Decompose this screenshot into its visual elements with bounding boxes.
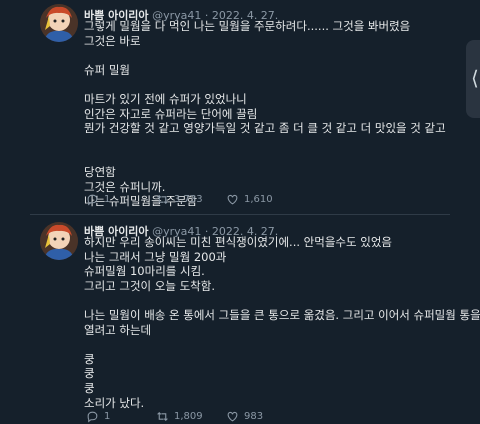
text-line: 인간은 자고로 슈퍼라는 단어에 끌림	[84, 106, 258, 121]
retweet-count: 1,809	[174, 411, 203, 422]
text-line: 나는 그래서 그냥 밀웜 200과	[84, 249, 227, 264]
chevron-left-icon: ⟨	[469, 66, 480, 90]
reply-icon	[87, 194, 98, 206]
like-count: 1,610	[244, 194, 273, 205]
tweet-text: 하지만 우리 송이씨는 미친 편식쟁이였기에... 안먹을수도 있었음 나는 그…	[84, 235, 480, 410]
avatar-image	[40, 222, 78, 260]
like-count: 983	[244, 411, 264, 422]
avatar[interactable]	[40, 222, 78, 260]
reply-button[interactable]: 1	[86, 193, 110, 206]
text-line	[84, 293, 480, 308]
retweet-button[interactable]: 3,733	[156, 193, 203, 206]
text-line: 그것은 슈퍼니까.	[84, 179, 166, 194]
tweet-actions: 1 1,809 983	[84, 410, 424, 424]
text-line: 당연함	[84, 164, 116, 179]
text-line	[84, 77, 446, 92]
text-line	[84, 150, 446, 165]
avatar-image	[40, 4, 78, 42]
text-line: 쿵	[84, 351, 95, 366]
text-line: 소리가 났다.	[84, 395, 145, 410]
text-line	[84, 337, 480, 352]
text-line: 하지만 우리 송이씨는 미친 편식쟁이였기에... 안먹을수도 있었음	[84, 235, 392, 249]
text-line: 슈퍼밀웜 10마리를 시킴.	[84, 264, 205, 279]
reply-icon	[87, 411, 98, 423]
tweet-text: 그렇게 밀웜을 다 먹인 나는 밀웜을 주문하려다...... 그것을 봐버렸음…	[84, 19, 446, 209]
like-button[interactable]: 1,610	[226, 193, 273, 206]
tweet-actions: 1 3,733 1,610	[84, 193, 424, 207]
text-line: 뭔가 건강할 것 같고 영양가득일 것 같고 좀 더 클 것 같고 더 맛있을 …	[84, 121, 446, 136]
retweet-icon	[157, 194, 168, 205]
reply-button[interactable]: 1	[86, 410, 110, 423]
text-line	[84, 48, 446, 63]
text-line	[84, 136, 446, 151]
text-line: 쿵	[84, 380, 95, 395]
text-line: 마트가 있기 전에 슈퍼가 있었나니	[84, 91, 247, 106]
side-panel-handle[interactable]: ⟨	[466, 40, 480, 118]
reply-count: 1	[104, 411, 111, 422]
tweet-divider	[30, 214, 450, 215]
retweet-count: 3,733	[174, 194, 203, 205]
avatar[interactable]	[40, 4, 78, 42]
text-line: 쿵	[84, 366, 95, 381]
heart-icon	[227, 194, 238, 205]
text-line: 열려고 하는데	[84, 322, 152, 337]
reply-count: 1	[104, 194, 111, 205]
text-line: 슈퍼 밀웜	[84, 62, 130, 77]
retweet-icon	[157, 411, 168, 422]
text-line: 그렇게 밀웜을 다 먹인 나는 밀웜을 주문하려다...... 그것을 봐버렸음	[84, 19, 411, 33]
heart-icon	[227, 411, 238, 422]
retweet-button[interactable]: 1,809	[156, 410, 203, 423]
text-line: 그것은 바로	[84, 33, 141, 48]
text-line: 그리고 그것이 오늘 도착함.	[84, 278, 216, 293]
text-line: 나는 밀웜이 배송 온 통에서 그들을 큰 통으로 옮겼음. 그리고 이어서 슈…	[84, 307, 480, 322]
like-button[interactable]: 983	[226, 410, 263, 423]
